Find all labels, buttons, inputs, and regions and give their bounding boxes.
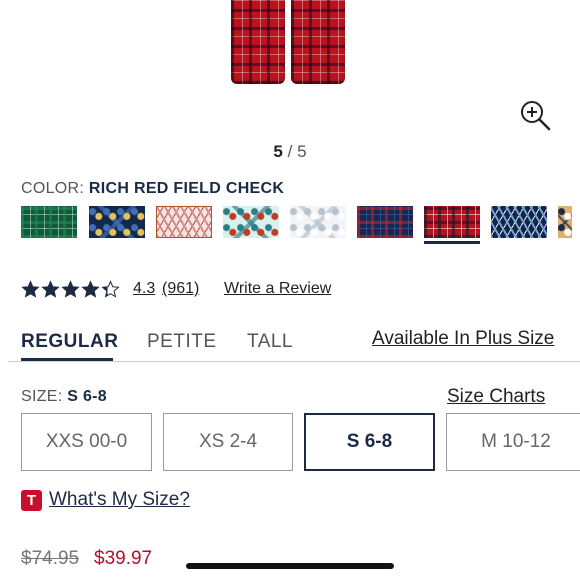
color-selected-value: RICH RED FIELD CHECK — [88, 180, 285, 197]
product-image-right-leg — [291, 0, 345, 84]
original-price: $74.95 — [21, 548, 80, 569]
sale-price: $39.97 — [94, 548, 153, 569]
size-selected-value: S 6-8 — [67, 388, 108, 405]
selected-swatch-indicator — [424, 241, 480, 244]
color-swatch[interactable] — [156, 206, 212, 238]
product-image-left-leg — [231, 0, 285, 84]
star-filled-icon — [41, 280, 60, 299]
star-filled-icon — [61, 280, 80, 299]
size-option-m[interactable]: M 10-12 — [446, 413, 580, 471]
color-swatch[interactable] — [558, 206, 572, 238]
tab-petite[interactable]: PETITE — [147, 331, 217, 353]
tabs-divider — [8, 361, 580, 362]
write-review-link[interactable]: Write a Review — [224, 280, 331, 298]
rating-count-link[interactable]: (961) — [162, 280, 199, 298]
size-option-xxs[interactable]: XXS 00-0 — [21, 413, 152, 471]
home-indicator — [186, 563, 394, 569]
image-counter: 5 / 5 — [0, 142, 580, 162]
zoom-in-icon[interactable] — [518, 98, 552, 132]
star-filled-icon — [81, 280, 100, 299]
color-swatch[interactable] — [424, 206, 480, 238]
rating-stars — [21, 280, 120, 299]
image-counter-current: 5 — [273, 142, 283, 161]
size-option-xs[interactable]: XS 2-4 — [163, 413, 293, 471]
tab-tall[interactable]: TALL — [247, 331, 293, 353]
size-option-s[interactable]: S 6-8 — [304, 413, 435, 471]
rating-value-link[interactable]: 4.3 — [133, 280, 155, 298]
color-swatch[interactable] — [89, 206, 145, 238]
image-counter-total: 5 — [297, 142, 307, 161]
size-charts-link[interactable]: Size Charts — [447, 386, 545, 408]
star-filled-icon — [21, 280, 40, 299]
truefit-logo-icon: T — [21, 490, 42, 511]
plus-size-link[interactable]: Available In Plus Size — [372, 328, 554, 350]
tab-regular[interactable]: REGULAR — [21, 331, 118, 353]
color-swatch[interactable] — [223, 206, 279, 238]
color-swatch[interactable] — [290, 206, 346, 238]
image-counter-separator: / — [287, 142, 293, 161]
color-swatch[interactable] — [21, 206, 77, 238]
size-label: SIZE: S 6-8 — [21, 388, 107, 406]
color-swatch[interactable] — [357, 206, 413, 238]
color-swatch[interactable] — [491, 206, 547, 238]
color-label-text: COLOR: — [21, 180, 85, 197]
size-label-text: SIZE: — [21, 388, 63, 405]
star-partial-icon — [101, 280, 120, 299]
whats-my-size-link[interactable]: What's My Size? — [49, 489, 190, 511]
color-label: COLOR: RICH RED FIELD CHECK — [21, 180, 284, 198]
